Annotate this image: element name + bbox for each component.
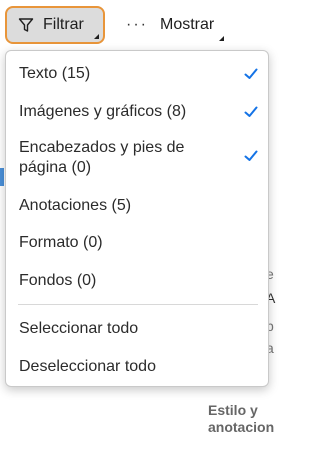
show-button[interactable]: ··· Mostrar xyxy=(126,6,224,44)
menu-item-headers-footers[interactable]: Encabezados y pies de página (0) xyxy=(6,138,268,178)
menu-item-backgrounds[interactable]: Fondos (0) xyxy=(6,271,268,291)
checkmark-icon xyxy=(244,106,258,117)
filter-dropdown-menu: Texto (15) Imágenes y gráficos (8) Encab… xyxy=(5,50,269,387)
menu-item-format[interactable]: Formato (0) xyxy=(6,233,268,253)
deselect-all-item[interactable]: Deseleccionar todo xyxy=(6,357,268,377)
deselect-all-label: Deseleccionar todo xyxy=(19,358,156,375)
checkmark-icon xyxy=(244,68,258,79)
dropdown-caret-icon xyxy=(219,36,224,41)
background-accent-bar xyxy=(0,168,4,186)
menu-item-label: Formato (0) xyxy=(19,234,103,251)
menu-item-label: Encabezados y pies de página (0) xyxy=(19,139,185,176)
style-annotations-heading: Estilo y anotacion xyxy=(208,402,275,435)
more-dots-icon: ··· xyxy=(126,16,148,33)
menu-item-label: Anotaciones (5) xyxy=(19,197,132,214)
show-label: Mostrar xyxy=(159,16,215,33)
select-all-item[interactable]: Seleccionar todo xyxy=(6,319,268,339)
filter-label: Filtrar xyxy=(43,16,84,33)
menu-item-label: Fondos (0) xyxy=(19,272,97,289)
select-all-label: Seleccionar todo xyxy=(19,320,139,337)
dropdown-caret-icon xyxy=(94,34,99,39)
filter-button[interactable]: Filtrar xyxy=(5,6,105,44)
filter-icon xyxy=(18,17,34,33)
checkmark-icon xyxy=(244,150,258,161)
menu-item-annotations[interactable]: Anotaciones (5) xyxy=(6,196,268,216)
menu-item-text[interactable]: Texto (15) xyxy=(6,64,268,84)
menu-item-label: Imágenes y gráficos (8) xyxy=(19,103,187,120)
menu-divider xyxy=(18,304,258,305)
menu-item-label: Texto (15) xyxy=(19,65,91,82)
menu-item-images-graphics[interactable]: Imágenes y gráficos (8) xyxy=(6,102,268,122)
